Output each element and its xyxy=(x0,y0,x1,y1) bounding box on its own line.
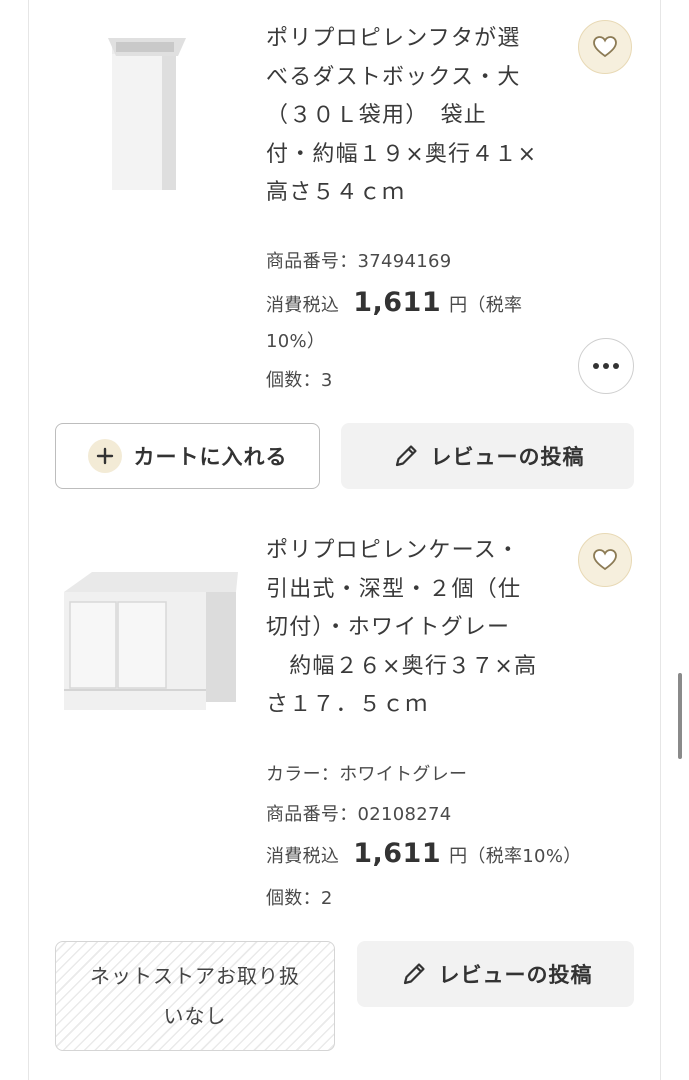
scrollbar[interactable] xyxy=(678,673,682,759)
title-line: ポリプロピレンケース・ xyxy=(266,538,521,563)
product-number: 商品番号：02108274 xyxy=(266,804,452,825)
tax-rate: 10%） xyxy=(266,331,326,352)
frame-right-border xyxy=(660,0,661,1080)
pencil-icon xyxy=(391,441,421,471)
favorite-button[interactable] xyxy=(578,533,632,587)
quantity: 個数：2 xyxy=(266,888,333,909)
plus-icon xyxy=(87,439,122,473)
price-unit: 円（税率10%） xyxy=(449,846,582,867)
color-option: カラー：ホワイトグレー xyxy=(266,764,468,785)
title-line: ポリプロピレンフタが選 xyxy=(266,26,521,51)
title-line: （３０Ｌ袋用） 袋止 xyxy=(266,103,488,128)
price-unit: 円（税率 xyxy=(449,295,523,316)
more-options-button[interactable] xyxy=(578,338,634,394)
title-line: 約幅２６×奥行３７×高 xyxy=(266,653,538,679)
price-value: 1,611 xyxy=(353,287,442,318)
title-line: 高さ５４ｃｍ xyxy=(266,180,406,205)
heart-icon xyxy=(593,549,617,571)
not-available-online-button: ネットストアお取り扱 いなし xyxy=(55,941,335,1051)
product-title[interactable]: ポリプロピレンフタが選 べるダストボックス・大 （３０Ｌ袋用） 袋止 付・約幅１… xyxy=(266,20,566,213)
product-image-case[interactable] xyxy=(56,540,241,720)
price-value: 1,611 xyxy=(353,838,442,869)
write-review-label: レビューの投稿 xyxy=(430,445,585,469)
title-line: べるダストボックス・大 xyxy=(266,64,521,90)
quantity: 個数：3 xyxy=(266,370,333,391)
title-line: 付・約幅１９×奥行４１× xyxy=(266,141,538,167)
product-title[interactable]: ポリプロピレンケース・ 引出式・深型・２個（仕 切付）・ホワイトグレー 約幅２６… xyxy=(266,532,566,725)
add-to-cart-button[interactable]: カートに入れる xyxy=(55,423,320,489)
not-available-line: いなし xyxy=(163,1004,227,1028)
write-review-button[interactable]: レビューの投稿 xyxy=(357,941,634,1007)
more-dots-icon xyxy=(593,363,619,369)
cart-item-2: ポリプロピレンケース・ 引出式・深型・２個（仕 切付）・ホワイトグレー 約幅２６… xyxy=(28,520,660,1080)
heart-icon xyxy=(593,36,617,58)
title-line: 引出式・深型・２個（仕 xyxy=(266,576,522,602)
add-to-cart-label: カートに入れる xyxy=(133,445,288,469)
price-row: 消費税込 1,611 円（税率10%） xyxy=(266,838,582,869)
price-row: 消費税込 1,611 円（税率 xyxy=(266,287,522,318)
cart-item-1: ポリプロピレンフタが選 べるダストボックス・大 （３０Ｌ袋用） 袋止 付・約幅１… xyxy=(28,0,660,500)
favorite-button[interactable] xyxy=(578,20,632,74)
not-available-line: ネットストアお取り扱 xyxy=(90,964,300,988)
write-review-label: レビューの投稿 xyxy=(438,963,593,987)
write-review-button[interactable]: レビューの投稿 xyxy=(341,423,634,489)
title-line: 切付）・ホワイトグレー xyxy=(266,615,511,640)
title-line: さ１７．５ｃｍ xyxy=(266,692,429,717)
pencil-icon xyxy=(399,959,429,989)
price-label: 消費税込 xyxy=(266,846,340,867)
product-image-dustbox[interactable] xyxy=(98,30,198,195)
product-number: 商品番号：37494169 xyxy=(266,251,452,272)
price-label: 消費税込 xyxy=(266,295,340,316)
